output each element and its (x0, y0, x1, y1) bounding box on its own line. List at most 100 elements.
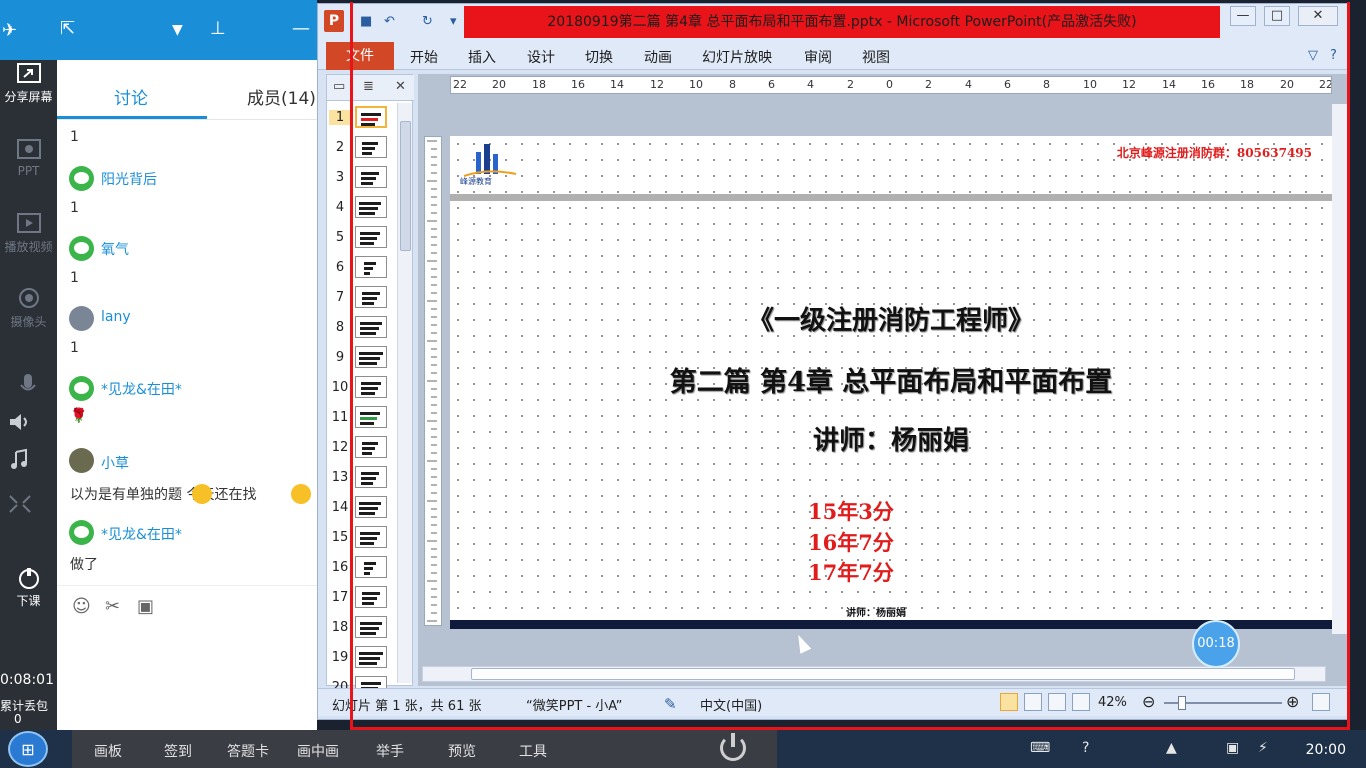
window-minimize-button[interactable]: — (1230, 6, 1256, 26)
network-icon[interactable]: ▣ (1226, 740, 1239, 756)
slide-thumbnail[interactable]: 9 (327, 343, 397, 373)
editor-horizontal-scrollbar[interactable] (422, 666, 1326, 682)
tray-expand-icon[interactable]: ▲ (1166, 740, 1177, 756)
editor-vertical-scrollbar[interactable] (1332, 104, 1348, 634)
answer-card-button[interactable]: 答题卡 (227, 741, 269, 761)
emoji-icon[interactable]: ☺ (72, 596, 91, 617)
tab-transitions[interactable]: 切换 (585, 47, 613, 67)
slide-thumbnail[interactable]: 14 (327, 493, 397, 523)
slide-thumbnail[interactable]: 8 (327, 313, 397, 343)
image-icon[interactable]: ▣ (137, 596, 154, 617)
share-screen-label: 分享屏幕 (4, 90, 53, 104)
slide-thumbnail-image (355, 136, 387, 158)
thumbnail-scroll-thumb[interactable] (400, 121, 411, 251)
customize-quick-access-icon[interactable]: ▾ (450, 14, 457, 29)
music-icon[interactable] (6, 448, 34, 472)
slide-thumbnail[interactable]: 6 (327, 253, 397, 283)
tab-discuss[interactable]: 讨论 (114, 84, 148, 109)
spell-check-icon[interactable]: ✎ (664, 695, 677, 713)
slides-tab-icon[interactable]: ▭ (333, 79, 345, 94)
help-tray-icon[interactable]: ? (1082, 740, 1089, 756)
horizontal-scroll-thumb[interactable] (471, 668, 1295, 680)
outline-tab-icon[interactable]: ≣ (363, 79, 374, 94)
tab-design[interactable]: 设计 (527, 47, 555, 67)
language-indicator[interactable]: 中文(中国) (700, 695, 762, 714)
tab-view[interactable]: 视图 (862, 47, 890, 67)
minimize-icon[interactable]: — (292, 18, 310, 39)
save-icon[interactable]: ■ (360, 14, 372, 29)
zoom-level[interactable]: 42% (1098, 695, 1127, 710)
slide-thumbnail[interactable]: 10 (327, 373, 397, 403)
slide-thumbnail[interactable]: 13 (327, 463, 397, 493)
power-tray-icon[interactable]: ⚡ (1258, 740, 1268, 756)
slide-thumbnail[interactable]: 11 (327, 403, 397, 433)
reading-view-icon[interactable] (1048, 693, 1066, 711)
preview-button[interactable]: 预览 (448, 741, 476, 761)
slide-thumbnail[interactable]: 2 (327, 133, 397, 163)
tools-button[interactable]: 工具 (519, 741, 547, 761)
slide-thumbnail-image (355, 106, 387, 128)
pin-icon[interactable]: ⊥ (210, 18, 226, 39)
close-pane-icon[interactable]: ✕ (395, 79, 406, 94)
recording-timer[interactable]: 00:18 (1192, 620, 1240, 668)
taskbar-clock[interactable]: 20:00 (1306, 742, 1346, 758)
slide-thumbnail[interactable]: 15 (327, 523, 397, 553)
check-in-button[interactable]: 签到 (164, 741, 192, 761)
tab-review[interactable]: 审阅 (804, 47, 832, 67)
end-class-icon (18, 568, 39, 589)
zoom-in-icon[interactable]: ⊕ (1286, 692, 1299, 711)
zoom-out-icon[interactable]: ⊖ (1142, 692, 1155, 711)
slide-thumbnail[interactable]: 1 (327, 103, 397, 133)
powerpoint-app-icon[interactable]: P (324, 10, 344, 32)
undo-icon[interactable]: ↶ (384, 14, 395, 29)
tab-insert[interactable]: 插入 (468, 47, 496, 67)
tab-members[interactable]: 成员(14) (247, 84, 316, 109)
share-screen-button[interactable]: 分享屏幕 (0, 62, 57, 105)
slide-sorter-icon[interactable] (1024, 693, 1042, 711)
speaker-icon[interactable] (6, 410, 34, 434)
tab-animations[interactable]: 动画 (644, 47, 672, 67)
slide-canvas[interactable]: 峰源教育 北京峰源注册消防群：805637495 《一级注册消防工程师》 第二篇… (450, 136, 1332, 626)
slide-thumbnail[interactable]: 4 (327, 193, 397, 223)
theme-name[interactable]: “微笑PPT - 小A” (526, 695, 622, 714)
camera-button[interactable]: 摄像头 (0, 287, 57, 330)
play-video-button[interactable]: 播放视频 (0, 212, 57, 255)
normal-view-icon[interactable] (1000, 693, 1018, 711)
help-icon[interactable]: ? (1330, 48, 1337, 63)
chevron-down-icon[interactable]: ▼ (172, 22, 183, 38)
slide-thumbnail[interactable]: 12 (327, 433, 397, 463)
slide-thumbnail[interactable]: 5 (327, 223, 397, 253)
redo-icon[interactable]: ↻ (422, 14, 433, 29)
window-maximize-button[interactable]: □ (1264, 6, 1290, 26)
window-close-button[interactable]: ✕ (1298, 6, 1338, 26)
end-class-button[interactable]: 下课 (0, 566, 57, 609)
thumbnail-scrollbar[interactable] (397, 103, 412, 683)
slide-thumbnail[interactable]: 19 (327, 643, 397, 673)
whiteboard-button[interactable]: 画板 (94, 741, 122, 761)
scissors-icon[interactable]: ✂ (105, 596, 120, 617)
fit-to-window-icon[interactable] (1312, 693, 1330, 711)
slide-thumbnail[interactable]: 17 (327, 583, 397, 613)
start-button[interactable]: ⊞ (8, 731, 48, 767)
ppt-button[interactable]: PPT (0, 138, 57, 178)
slide-thumbnail[interactable]: 16 (327, 553, 397, 583)
slide-thumbnail[interactable]: 7 (327, 283, 397, 313)
microphone-icon[interactable] (14, 372, 42, 396)
message-text: 以为是有单独的题 今天还在找 (70, 487, 257, 503)
slideshow-view-icon[interactable] (1072, 693, 1090, 711)
user-avatar (69, 448, 94, 473)
picture-in-picture-button[interactable]: 画中画 (297, 741, 339, 761)
airplane-icon[interactable]: ✈ (2, 20, 17, 41)
tab-home[interactable]: 开始 (410, 47, 438, 67)
fullscreen-icon[interactable] (6, 492, 34, 516)
raise-hand-button[interactable]: 举手 (376, 741, 404, 761)
ribbon-collapse-icon[interactable]: ▽ (1308, 48, 1318, 63)
popout-icon[interactable]: ⇱ (60, 18, 75, 39)
tab-slideshow[interactable]: 幻灯片放映 (702, 47, 772, 67)
zoom-slider-handle[interactable] (1178, 696, 1186, 710)
slide-thumbnail[interactable]: 3 (327, 163, 397, 193)
keyboard-icon[interactable]: ⌨ (1030, 740, 1050, 756)
classroom-toolbar: 画板 签到 答题卡 画中画 举手 预览 工具 (72, 730, 777, 768)
tab-file[interactable]: 文件 (326, 42, 394, 70)
slide-thumbnail[interactable]: 18 (327, 613, 397, 643)
